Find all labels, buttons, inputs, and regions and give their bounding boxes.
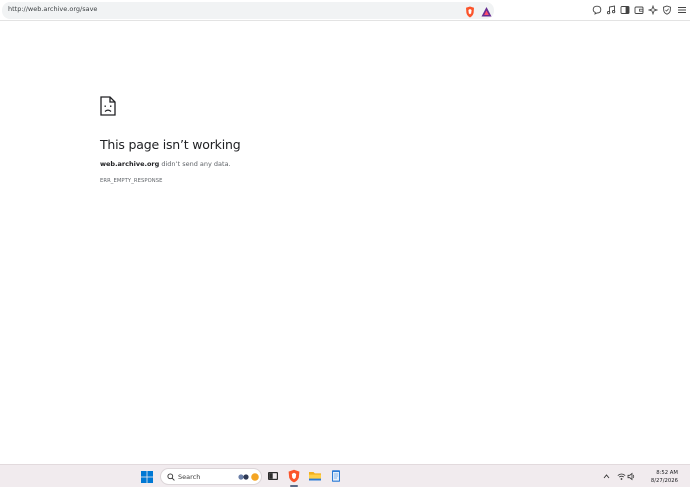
brave-browser-taskbar-icon[interactable] [287,469,301,483]
windows-taskbar: Search 8:52 AM 8/27/2026 [0,464,690,487]
error-host: web.archive.org [100,160,160,168]
taskbar-search[interactable]: Search [160,468,262,485]
brave-shields-icon[interactable] [465,6,475,18]
file-explorer-icon[interactable] [308,469,322,483]
notepad-icon[interactable] [329,469,343,483]
sidebar-toggle-icon[interactable] [620,5,630,15]
sad-page-icon [100,96,116,116]
search-icon [167,473,175,481]
windows-start-icon[interactable] [141,471,153,483]
brave-rewards-icon[interactable] [481,6,492,18]
search-highlight-icon [238,473,259,481]
leo-ai-icon[interactable] [592,5,602,15]
error-description: web.archive.org didn’t send any data. [100,160,231,168]
media-music-icon[interactable] [606,5,616,15]
vpn-shield-icon[interactable] [662,5,672,15]
show-hidden-icons-chevron-icon[interactable] [602,472,611,481]
volume-icon[interactable] [627,472,636,481]
wallet-icon[interactable] [634,5,644,15]
browser-toolbar: http://web.archive.org/save [0,0,690,21]
menu-hamburger-icon[interactable] [677,5,687,15]
task-view-icon[interactable] [266,469,280,483]
error-title: This page isn’t working [100,137,241,152]
search-label: Search [178,472,201,481]
error-message: didn’t send any data. [159,160,231,168]
wifi-icon[interactable] [617,472,626,481]
clock-time: 8:52 AM [656,470,678,476]
leo-sparkle-icon[interactable] [648,5,658,15]
address-bar[interactable]: http://web.archive.org/save [2,2,494,19]
system-clock[interactable]: 8:52 AM 8/27/2026 [640,469,678,485]
address-bar-url: http://web.archive.org/save [8,5,98,13]
clock-date: 8/27/2026 [650,478,678,484]
error-code: ERR_EMPTY_RESPONSE [100,178,163,184]
